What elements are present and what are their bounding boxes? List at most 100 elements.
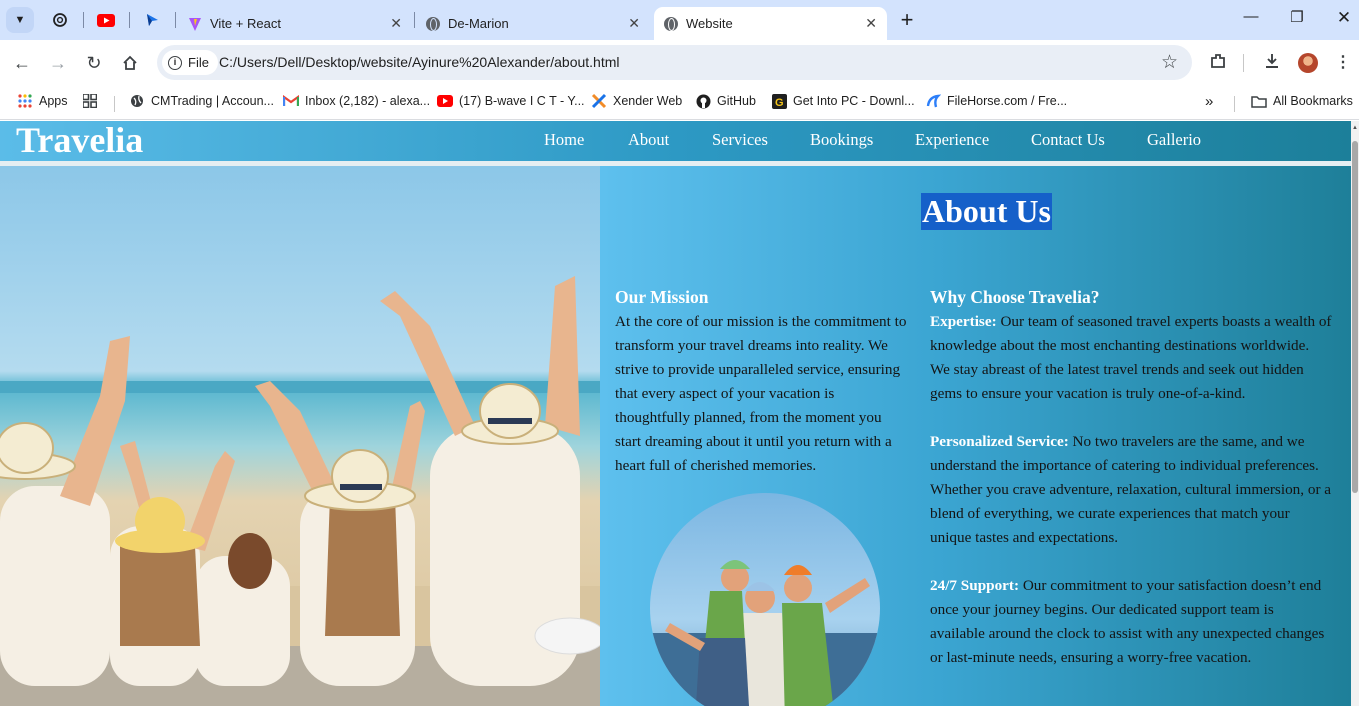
bookmark-star-icon[interactable]: ☆ [1161,51,1178,74]
close-icon[interactable]: ✕ [628,15,640,32]
menu-kebab-icon[interactable]: ⋮ [1332,52,1354,74]
github-icon [695,93,711,109]
bookmark-getintopc[interactable]: G Get Into PC - Downl... [771,93,915,109]
chevron-down-icon: ▼ [14,14,26,26]
bookmark-apps[interactable]: Apps [17,93,68,109]
apps-grid-icon [17,93,33,109]
site-header: Travelia Home About Services Bookings Ex… [0,121,1351,161]
page-scrollbar[interactable]: ▲ [1351,121,1359,706]
family-beach-photo [0,166,600,706]
globe-icon [426,16,440,31]
scrollbar-thumb[interactable] [1352,141,1358,493]
browser-toolbar: ← → ↻ i File C:/Users/Dell/Desktop/websi… [0,40,1359,86]
mission-heading: Our Mission [615,287,709,307]
scroll-up-arrow-icon[interactable]: ▲ [1351,125,1359,131]
nav-contact-us[interactable]: Contact Us [1031,130,1105,150]
nav-bookings[interactable]: Bookings [810,130,873,150]
restore-button[interactable]: ❐ [1285,8,1309,26]
more-bookmarks-chevron: » [1205,93,1214,110]
why-item-support: 24/7 Support: Our commitment to your sat… [930,577,1324,666]
cursor-arrow-icon [147,14,158,26]
nav-services[interactable]: Services [712,130,768,150]
bookmark-label: Xender Web [613,94,683,108]
bookmark-youtube[interactable]: (17) B-wave I C T - Y... [437,93,585,109]
profile-avatar[interactable] [1298,53,1318,73]
why-item-lead: Personalized Service: [930,433,1069,450]
back-button[interactable]: ← [10,51,34,75]
address-bar[interactable]: i File C:/Users/Dell/Desktop/website/Ayi… [157,45,1192,80]
pinned-tab-chatgpt[interactable] [50,10,70,30]
bookmark-label: GitHub [717,94,756,108]
bookmark-github[interactable]: GitHub [695,93,756,109]
toolbar-divider [1243,54,1244,72]
bookmark-label: Inbox (2,182) - alexa... [305,94,431,108]
close-icon[interactable]: ✕ [865,15,877,32]
gmail-icon [283,93,299,109]
about-content: About Us Our Mission At the core of our … [600,166,1351,706]
all-bookmarks-button[interactable]: All Bookmarks [1251,93,1353,109]
more-bookmarks-button[interactable]: » [1205,93,1213,110]
site-brand[interactable]: Travelia [16,121,143,159]
why-item-personalized: Personalized Service: No two travelers a… [930,433,1331,546]
bookmark-xender[interactable]: Xender Web [591,93,682,109]
nav-home[interactable]: Home [544,130,584,150]
info-icon: i [168,55,182,70]
home-icon [123,55,137,70]
tab-search-button[interactable]: ▼ [6,7,34,33]
bookmark-gmail[interactable]: Inbox (2,182) - alexa... [283,93,430,109]
forward-button[interactable]: → [46,51,70,75]
tab-separator [83,12,84,28]
extensions-button[interactable] [1207,52,1229,74]
tab-title: Website [686,16,733,31]
globe-icon [664,16,678,31]
filehorse-icon [925,93,941,109]
pinned-tab-cursor[interactable] [142,10,162,30]
xender-icon [591,93,607,109]
download-icon [1266,54,1278,68]
new-tab-button[interactable]: + [897,8,917,32]
vite-icon [189,17,201,31]
tab-de-marion[interactable]: De-Marion ✕ [416,7,650,40]
bookmark-filehorse[interactable]: FileHorse.com / Fre... [925,93,1067,109]
url-text[interactable]: C:/Users/Dell/Desktop/website/Ayinure%20… [219,54,620,70]
puzzle-icon [1211,54,1225,68]
tab-vite-react[interactable]: Vite + React ✕ [178,7,412,40]
why-list: Expertise: Our team of seasoned travel e… [930,310,1332,670]
tab-separator [414,12,415,28]
close-icon[interactable]: ✕ [390,15,402,32]
grid-icon [82,93,98,109]
youtube-icon [437,93,453,109]
minimize-button[interactable]: — [1239,8,1263,25]
bookmark-cmtrading[interactable]: CMTrading | Accoun... [129,93,274,109]
nav-gallerio[interactable]: Gallerio [1147,130,1201,150]
reload-button[interactable]: ↻ [82,51,106,75]
site-info-chip[interactable]: i File [162,50,218,75]
getintopc-icon: G [771,93,787,109]
bookmark-label: (17) B-wave I C T - Y... [459,94,585,108]
why-item-lead: 24/7 Support: [930,577,1020,594]
file-chip-label: File [188,55,209,70]
bookmark-label: Get Into PC - Downl... [793,94,915,108]
tab-title: Vite + React [210,16,281,31]
tab-strip: ▼ Vite + React ✕ De-Marion ✕ Website ✕ +… [0,0,1359,40]
bookmark-label: CMTrading | Accoun... [151,94,274,108]
svg-text:G: G [775,97,784,109]
pinned-tab-youtube[interactable] [96,10,116,30]
home-button[interactable] [118,51,142,75]
why-item-expertise: Expertise: Our team of seasoned travel e… [930,313,1332,402]
nav-experience[interactable]: Experience [915,130,989,150]
all-bookmarks-label: All Bookmarks [1273,94,1353,108]
bookmarks-bar: Apps CMTrading | Accoun... Inbox (2,182)… [0,86,1359,120]
tab-website[interactable]: Website ✕ [654,7,887,40]
bookmark-grid-shortcut[interactable] [82,93,104,109]
nav-about[interactable]: About [628,130,669,150]
chatgpt-icon [53,13,67,27]
folder-icon [1251,93,1267,109]
bookmark-separator [1234,96,1235,112]
tab-separator [175,12,176,28]
close-window-button[interactable]: ✕ [1332,8,1356,28]
downloads-button[interactable] [1261,52,1283,74]
mission-text: At the core of our mission is the commit… [615,313,907,474]
